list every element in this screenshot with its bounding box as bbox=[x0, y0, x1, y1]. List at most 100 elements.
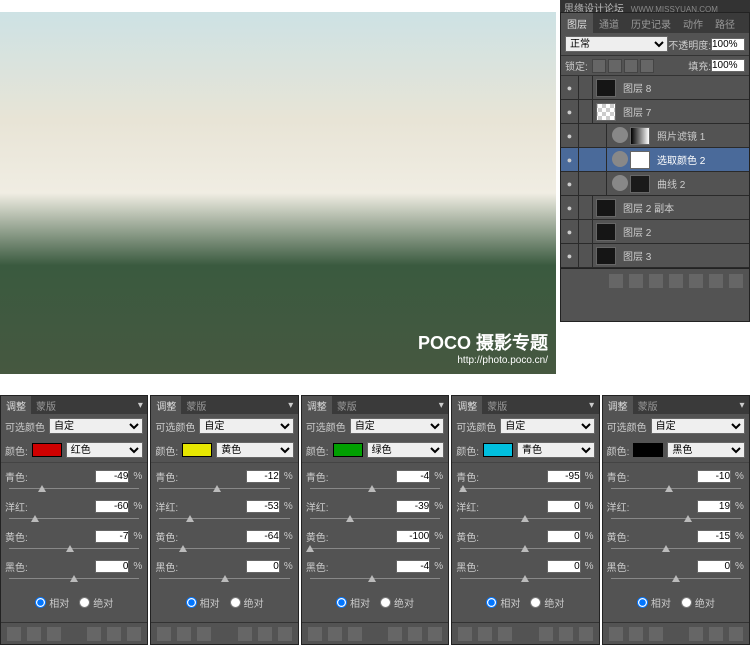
slider-value-yellow[interactable] bbox=[396, 530, 430, 543]
tab-paths[interactable]: 路径 bbox=[709, 13, 741, 33]
slider-value-cyan[interactable] bbox=[697, 470, 731, 483]
layer-name[interactable]: 选取颜色 2 bbox=[653, 152, 705, 167]
adjustment-layer-icon[interactable] bbox=[669, 274, 683, 288]
tab-masks[interactable]: 蒙版 bbox=[181, 396, 211, 415]
preset-select[interactable]: 自定 bbox=[500, 418, 594, 434]
layer-row[interactable]: 图层 3 bbox=[561, 244, 749, 268]
layer-row[interactable]: 图层 8 bbox=[561, 76, 749, 100]
slider-value-yellow[interactable] bbox=[547, 530, 581, 543]
radio-absolute[interactable]: 绝对 bbox=[230, 595, 264, 610]
view-previous-icon[interactable] bbox=[328, 627, 342, 641]
tab-adjustments[interactable]: 调整 bbox=[452, 396, 482, 415]
layer-row[interactable]: 选取颜色 2 bbox=[561, 148, 749, 172]
link-layers-icon[interactable] bbox=[609, 274, 623, 288]
layer-thumb[interactable] bbox=[596, 103, 616, 121]
layer-name[interactable]: 图层 7 bbox=[619, 104, 651, 119]
slider-track-cyan[interactable] bbox=[159, 485, 289, 493]
clip-layer-icon[interactable] bbox=[388, 627, 402, 641]
slider-value-yellow[interactable] bbox=[95, 530, 129, 543]
slider-track-magenta[interactable] bbox=[310, 515, 440, 523]
trash-icon[interactable] bbox=[579, 627, 593, 641]
layer-mask-icon[interactable] bbox=[649, 274, 663, 288]
radio-relative[interactable]: 相对 bbox=[637, 595, 671, 610]
tab-masks[interactable]: 蒙版 bbox=[31, 396, 61, 415]
radio-absolute[interactable]: 绝对 bbox=[530, 595, 564, 610]
reset-icon[interactable] bbox=[197, 627, 211, 641]
document-canvas[interactable]: POCO 摄影专题 http://photo.poco.cn/ bbox=[0, 12, 556, 374]
visibility-toggle[interactable] bbox=[561, 100, 579, 124]
layer-name[interactable]: 照片滤镜 1 bbox=[653, 128, 705, 143]
slider-track-yellow[interactable] bbox=[159, 545, 289, 553]
layer-thumb[interactable] bbox=[596, 247, 616, 265]
preset-select[interactable]: 自定 bbox=[350, 418, 444, 434]
slider-track-cyan[interactable] bbox=[9, 485, 139, 493]
reset-icon[interactable] bbox=[348, 627, 362, 641]
slider-value-magenta[interactable] bbox=[95, 500, 129, 513]
slider-track-black[interactable] bbox=[9, 575, 139, 583]
layer-row[interactable]: 图层 7 bbox=[561, 100, 749, 124]
delete-layer-icon[interactable] bbox=[729, 274, 743, 288]
slider-track-cyan[interactable] bbox=[310, 485, 440, 493]
radio-absolute[interactable]: 绝对 bbox=[79, 595, 113, 610]
color-select[interactable]: 红色 bbox=[66, 442, 144, 458]
color-select[interactable]: 黄色 bbox=[216, 442, 294, 458]
view-previous-icon[interactable] bbox=[478, 627, 492, 641]
clip-layer-icon[interactable] bbox=[238, 627, 252, 641]
trash-icon[interactable] bbox=[127, 627, 141, 641]
layer-mask-thumb[interactable] bbox=[630, 127, 650, 145]
layer-name[interactable]: 图层 2 bbox=[619, 224, 651, 239]
clip-layer-icon[interactable] bbox=[87, 627, 101, 641]
layer-name[interactable]: 曲线 2 bbox=[653, 176, 685, 191]
trash-icon[interactable] bbox=[278, 627, 292, 641]
layer-name[interactable]: 图层 8 bbox=[619, 80, 651, 95]
eye-icon[interactable] bbox=[258, 627, 272, 641]
reset-icon[interactable] bbox=[498, 627, 512, 641]
tab-layers[interactable]: 图层 bbox=[561, 13, 593, 33]
slider-track-black[interactable] bbox=[611, 575, 741, 583]
slider-value-cyan[interactable] bbox=[547, 470, 581, 483]
trash-icon[interactable] bbox=[428, 627, 442, 641]
slider-track-magenta[interactable] bbox=[460, 515, 590, 523]
slider-value-black[interactable] bbox=[95, 560, 129, 573]
slider-track-magenta[interactable] bbox=[611, 515, 741, 523]
slider-track-magenta[interactable] bbox=[9, 515, 139, 523]
radio-relative[interactable]: 相对 bbox=[186, 595, 220, 610]
tab-history[interactable]: 历史记录 bbox=[625, 13, 677, 33]
visibility-toggle[interactable] bbox=[561, 124, 579, 148]
radio-absolute[interactable]: 绝对 bbox=[380, 595, 414, 610]
layer-style-icon[interactable] bbox=[629, 274, 643, 288]
layer-mask-thumb[interactable] bbox=[630, 175, 650, 193]
view-previous-icon[interactable] bbox=[27, 627, 41, 641]
slider-track-black[interactable] bbox=[159, 575, 289, 583]
slider-track-yellow[interactable] bbox=[460, 545, 590, 553]
layer-row[interactable]: 图层 2 bbox=[561, 220, 749, 244]
slider-value-black[interactable] bbox=[697, 560, 731, 573]
slider-track-magenta[interactable] bbox=[159, 515, 289, 523]
visibility-toggle[interactable] bbox=[561, 244, 579, 268]
color-select[interactable]: 青色 bbox=[517, 442, 595, 458]
visibility-toggle[interactable] bbox=[561, 76, 579, 100]
lock-position-icon[interactable] bbox=[624, 59, 638, 73]
slider-track-black[interactable] bbox=[460, 575, 590, 583]
toggle-visibility-icon[interactable] bbox=[157, 627, 171, 641]
slider-value-magenta[interactable] bbox=[697, 500, 731, 513]
trash-icon[interactable] bbox=[729, 627, 743, 641]
tab-adjustments[interactable]: 调整 bbox=[151, 396, 181, 415]
panel-menu-icon[interactable]: ▾ bbox=[735, 400, 749, 411]
fill-input[interactable] bbox=[711, 59, 745, 72]
panel-menu-icon[interactable]: ▾ bbox=[434, 400, 448, 411]
layer-name[interactable]: 图层 3 bbox=[619, 248, 651, 263]
toggle-visibility-icon[interactable] bbox=[7, 627, 21, 641]
preset-select[interactable]: 自定 bbox=[49, 418, 143, 434]
eye-icon[interactable] bbox=[709, 627, 723, 641]
layer-thumb[interactable] bbox=[596, 223, 616, 241]
blend-mode-select[interactable]: 正常 bbox=[565, 36, 668, 52]
panel-menu-icon[interactable]: ▾ bbox=[133, 400, 147, 411]
tab-adjustments[interactable]: 调整 bbox=[1, 396, 31, 415]
slider-value-magenta[interactable] bbox=[246, 500, 280, 513]
tab-actions[interactable]: 动作 bbox=[677, 13, 709, 33]
layer-row[interactable]: 曲线 2 bbox=[561, 172, 749, 196]
toggle-visibility-icon[interactable] bbox=[458, 627, 472, 641]
slider-value-yellow[interactable] bbox=[697, 530, 731, 543]
slider-value-black[interactable] bbox=[396, 560, 430, 573]
